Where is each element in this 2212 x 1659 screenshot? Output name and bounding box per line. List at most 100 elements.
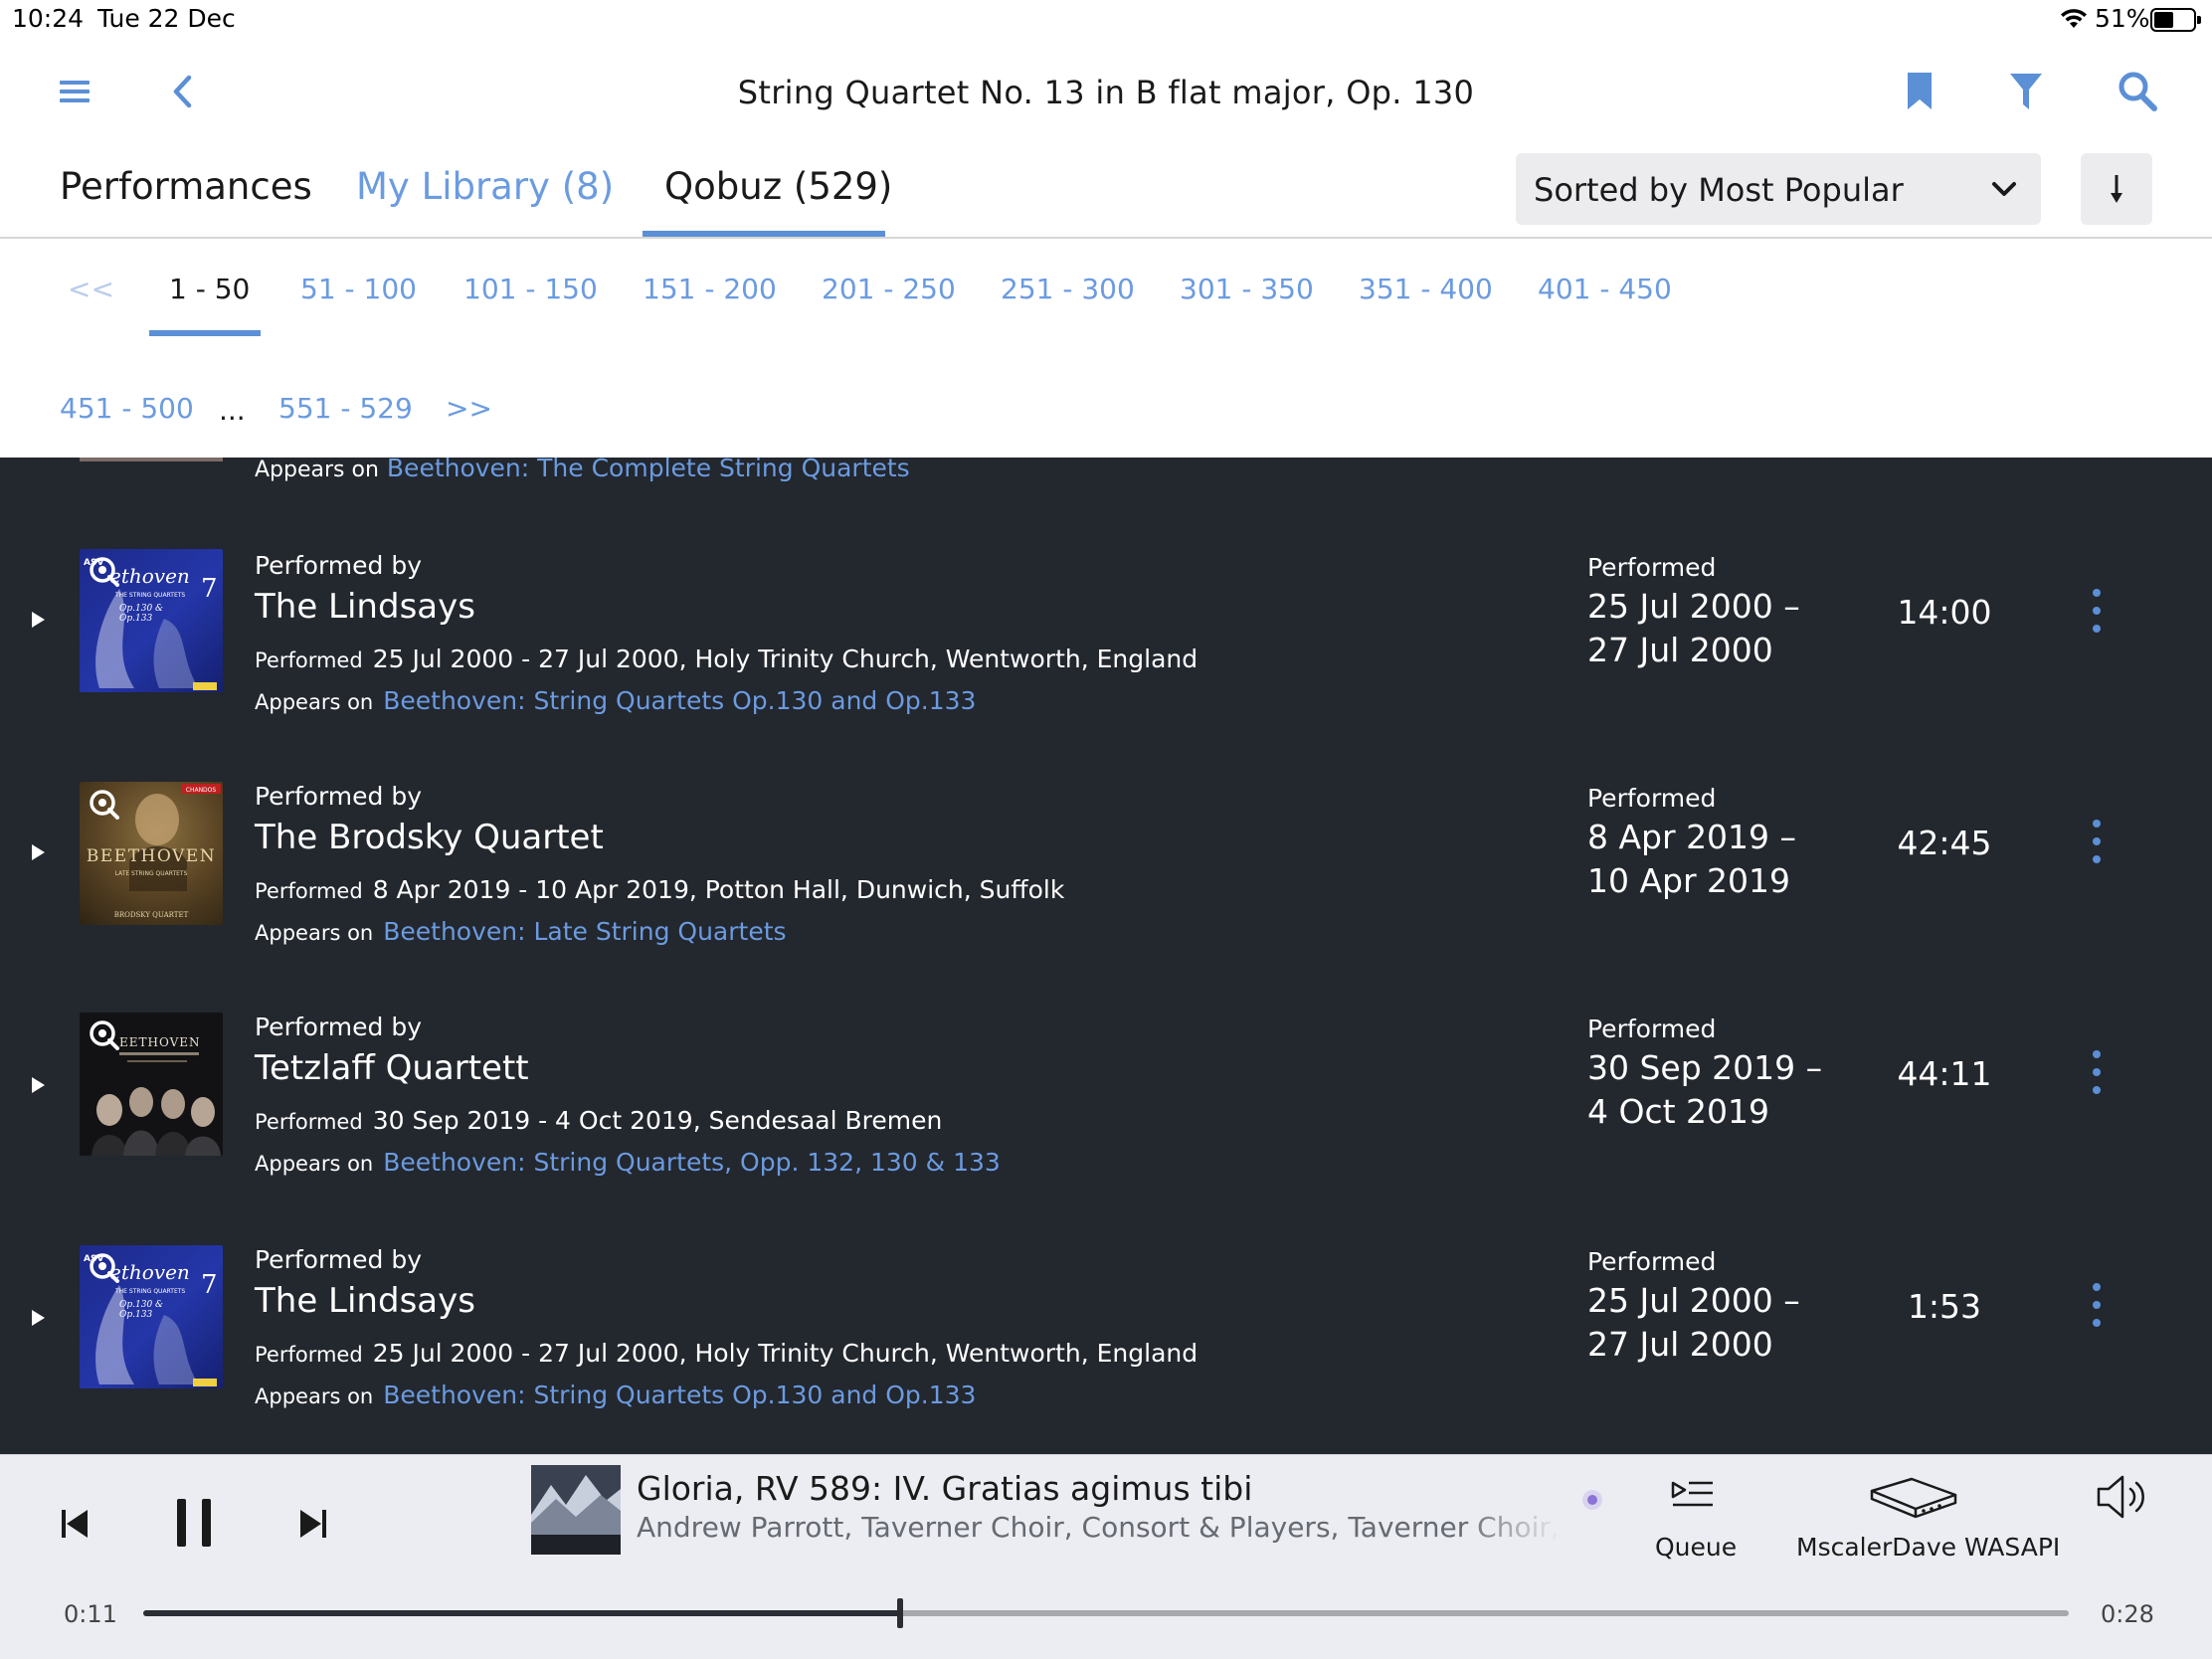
output-device-icon[interactable] [1866, 1473, 1959, 1521]
appears-on: Appears on Beethoven: String Quartets, Op… [255, 1148, 1001, 1177]
skip-previous-icon[interactable] [60, 1507, 90, 1541]
tab-qobuz[interactable]: Qobuz (529) [664, 165, 892, 208]
album-art [80, 458, 223, 461]
appears-on-partial: Appears on Beethoven: The Complete String… [255, 458, 910, 482]
play-icon[interactable] [28, 1307, 48, 1329]
art-op-text: Op.133 [119, 1310, 152, 1320]
sort-label: Sorted by Most Popular [1534, 171, 1904, 209]
page-251-300[interactable]: 251 - 300 [1001, 273, 1135, 305]
ensemble-name[interactable]: The Lindsays [255, 1281, 475, 1321]
page-551-529[interactable]: 551 - 529 [278, 392, 413, 425]
page-first[interactable]: << [68, 273, 114, 305]
page-301-350[interactable]: 301 - 350 [1180, 273, 1314, 305]
ensemble-name[interactable]: The Lindsays [255, 587, 475, 627]
more-options-icon[interactable] [2087, 1281, 2107, 1329]
now-playing-title[interactable]: Gloria, RV 589: IV. Gratias agimus tibi [637, 1469, 1252, 1508]
page-ellipsis: ... [219, 394, 246, 427]
art-op-text: Op.133 [119, 614, 152, 624]
bookmark-icon[interactable] [1902, 70, 1937, 113]
album-art[interactable]: BEETHOVEN LATE STRING QUARTETS BRODSKY Q… [80, 782, 223, 925]
performed-date-end: 10 Apr 2019 [1587, 861, 1791, 900]
album-link[interactable]: Beethoven: String Quartets, Opp. 132, 13… [383, 1148, 1001, 1177]
progress-handle[interactable] [896, 1598, 903, 1628]
page-101-150[interactable]: 101 - 150 [463, 273, 598, 305]
queue-label[interactable]: Queue [1655, 1533, 1737, 1562]
more-options-icon[interactable] [2087, 587, 2107, 635]
play-icon[interactable] [28, 841, 48, 863]
sort-dropdown[interactable]: Sorted by Most Popular [1516, 153, 2041, 225]
page-1-50[interactable]: 1 - 50 [169, 273, 250, 305]
performance-row[interactable]: BEETHOVEN LATE STRING QUARTETS BRODSKY Q… [0, 770, 2212, 1001]
performed-by-label: Performed by [255, 1013, 422, 1041]
status-time: 10:24 [12, 4, 85, 33]
now-playing-art[interactable] [531, 1465, 621, 1555]
more-options-icon[interactable] [2087, 818, 2107, 865]
album-link[interactable]: Beethoven: Late String Quartets [383, 917, 786, 946]
skip-next-icon[interactable] [298, 1507, 328, 1541]
appears-on-label: Appears on [255, 690, 374, 714]
battery-percent: 51% [2095, 4, 2150, 33]
appears-on: Appears on Beethoven: String Quartets Op.… [255, 1381, 976, 1409]
ensemble-name[interactable]: Tetzlaff Quartett [255, 1048, 529, 1088]
appears-on-label: Appears on [255, 921, 374, 945]
performed-date-label: Performed [1587, 1247, 1717, 1276]
album-link[interactable]: Beethoven: The Complete String Quartets [387, 458, 910, 482]
volume-icon[interactable] [2095, 1471, 2148, 1523]
performance-row[interactable]: ethoven 7 THE STRING QUARTETS Op.130 & O… [0, 539, 2212, 770]
appears-on-label: Appears on [255, 1152, 374, 1176]
page-201-250[interactable]: 201 - 250 [822, 273, 956, 305]
play-icon[interactable] [28, 1074, 48, 1096]
page-451-500[interactable]: 451 - 500 [60, 392, 194, 425]
performance-row[interactable]: EETHOVEN Performed by Tetzlaff Quartett … [0, 1001, 2212, 1231]
duration: 1:53 [1907, 1287, 1982, 1326]
page-151-200[interactable]: 151 - 200 [643, 273, 777, 305]
play-icon[interactable] [28, 609, 48, 631]
time-total: 0:28 [2101, 1600, 2154, 1628]
tab-my-library[interactable]: My Library (8) [356, 165, 614, 208]
performed-date-start: 25 Jul 2000 – [1587, 587, 1800, 626]
qobuz-badge-icon [90, 790, 119, 820]
art-sub-text: LATE STRING QUARTETS [115, 870, 188, 877]
page-last[interactable]: >> [446, 392, 492, 425]
player-bar: Gloria, RV 589: IV. Gratias agimus tibi … [0, 1454, 2212, 1659]
performed-date-label: Performed [1587, 553, 1717, 582]
qobuz-badge-icon [90, 1253, 119, 1283]
page-51-100[interactable]: 51 - 100 [300, 273, 417, 305]
status-date: Tue 22 Dec [97, 4, 236, 33]
performed-by-label: Performed by [255, 782, 422, 811]
search-icon[interactable] [2117, 70, 2158, 113]
performance-row[interactable]: ethoven 7 THE STRING QUARTETS Op.130 & O… [0, 1231, 2212, 1454]
performed-date-start: 30 Sep 2019 – [1587, 1048, 1823, 1087]
performed-date-end: 27 Jul 2000 [1587, 1325, 1773, 1364]
arrow-down-icon [2111, 175, 2122, 203]
page-401-450[interactable]: 401 - 450 [1538, 273, 1672, 305]
appears-on-label: Appears on [255, 458, 379, 482]
album-art[interactable]: ethoven 7 THE STRING QUARTETS Op.130 & O… [80, 1245, 223, 1388]
page-351-400[interactable]: 351 - 400 [1359, 273, 1493, 305]
album-art[interactable]: EETHOVEN [80, 1013, 223, 1156]
ensemble-name[interactable]: The Brodsky Quartet [255, 818, 604, 857]
tab-performances[interactable]: Performances [60, 165, 312, 208]
sparkle-icon [1582, 1490, 1602, 1510]
performed-date-label: Performed [1587, 784, 1717, 813]
queue-icon[interactable] [1669, 1477, 1715, 1513]
sort-direction-button[interactable] [2081, 153, 2152, 225]
output-device-label[interactable]: MscalerDave WASAPI [1796, 1533, 2060, 1562]
text-fade [1462, 1509, 1562, 1549]
more-options-icon[interactable] [2087, 1048, 2107, 1096]
qobuz-badge-icon [90, 557, 119, 587]
now-playing-art-graphic [531, 1465, 621, 1555]
album-link[interactable]: Beethoven: String Quartets Op.130 and Op… [383, 686, 976, 715]
album-art[interactable]: ethoven 7 THE STRING QUARTETS Op.130 & O… [80, 549, 223, 692]
progress-bar[interactable] [143, 1598, 2069, 1628]
performances-list: Appears on Beethoven: The Complete String… [0, 458, 2212, 1454]
status-bar: 10:24 Tue 22 Dec 51% [0, 0, 2212, 40]
art-sub-text: THE STRING QUARTETS [114, 1288, 185, 1295]
album-link[interactable]: Beethoven: String Quartets Op.130 and Op… [383, 1381, 976, 1409]
appears-on-label: Appears on [255, 1384, 374, 1408]
performed-label: Performed [255, 648, 363, 672]
now-playing-artist[interactable]: Andrew Parrott, Taverner Choir, Consort … [637, 1511, 1562, 1544]
filter-icon[interactable] [2007, 70, 2045, 113]
art-title-text: EETHOVEN [119, 1035, 201, 1049]
pause-icon[interactable] [173, 1497, 215, 1549]
